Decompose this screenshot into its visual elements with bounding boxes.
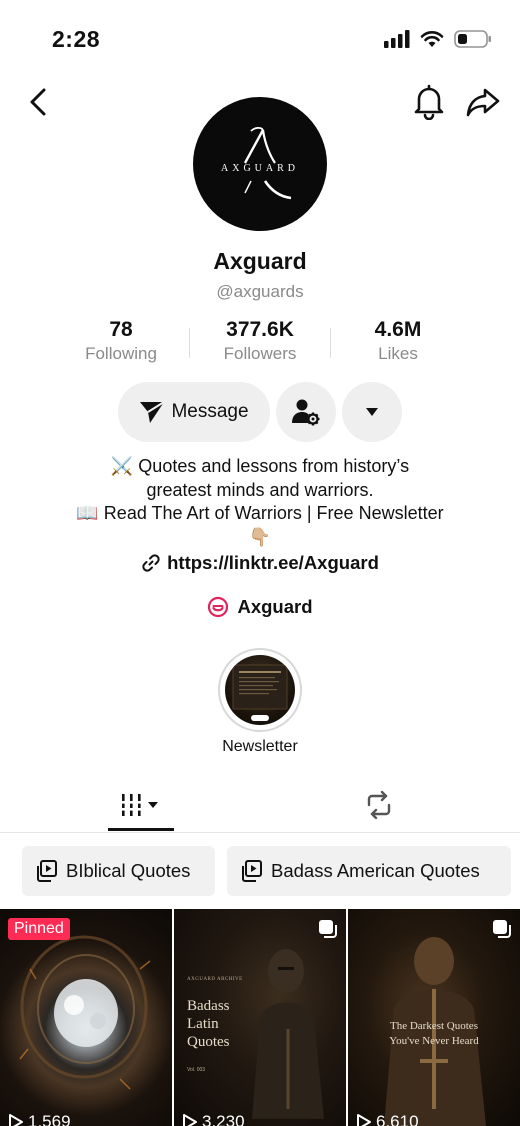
back-arrow-icon[interactable] (24, 84, 52, 120)
bio-line: 📖 Read The Art of Warriors | Free Newsle… (76, 503, 444, 523)
play-outline-icon (183, 1114, 197, 1126)
video-tile[interactable]: AXGUARD ARCHIVE Badass Latin Quotes Vol.… (174, 909, 346, 1126)
thumbnail-title: Badass Latin Quotes (187, 997, 230, 1051)
stat-label: Followers (223, 344, 297, 363)
share-arrow-icon[interactable] (464, 82, 502, 120)
message-button[interactable]: Message (118, 382, 270, 442)
view-count: 6,610 (356, 1112, 419, 1126)
stat-label: Following (85, 344, 157, 363)
warrior-thumbnail-art (384, 937, 486, 1126)
content-tabs (0, 780, 520, 833)
profile-bio: ⚔️ Quotes and lessons from history’s gre… (20, 455, 500, 549)
notification-bell-icon[interactable] (412, 82, 446, 120)
profile-settings-button[interactable] (276, 382, 336, 442)
more-options-button[interactable] (342, 382, 402, 442)
profile-stats: 78 Following 377.6K Followers 4.6M Likes (0, 318, 520, 370)
bio-line: greatest minds and warriors. (146, 479, 374, 500)
video-tile[interactable]: The Darkest Quotes You've Never Heard 6,… (348, 909, 520, 1126)
grid-bars-icon (120, 794, 158, 816)
video-grid: Pinned 1,569 AXGUARD ARCHIVE Badass Lati… (0, 909, 520, 1126)
highlight-newsletter[interactable] (218, 648, 302, 732)
vortex-thumbnail-art (19, 935, 151, 1090)
pinned-badge: Pinned (8, 918, 70, 940)
profile-actions: Message (0, 382, 520, 442)
stat-followers[interactable]: 377.6K Followers (190, 318, 330, 364)
thumbnail-kicker: AXGUARD ARCHIVE (187, 977, 243, 982)
profile-handle: @axguards (216, 282, 304, 301)
stat-value: 78 (109, 318, 133, 341)
stat-value: 4.6M (374, 318, 422, 341)
view-count-value: 1,569 (28, 1112, 71, 1126)
view-count-value: 3,230 (202, 1112, 245, 1126)
person-gear-icon (292, 399, 320, 426)
brand-account-link[interactable]: Axguard (0, 596, 520, 618)
tab-videos[interactable] (108, 780, 174, 830)
caret-down-icon (366, 408, 378, 416)
brand-account-name: Axguard (237, 596, 313, 617)
active-tab-indicator (108, 828, 174, 831)
paper-plane-icon (140, 401, 165, 423)
play-outline-icon (357, 1114, 371, 1126)
stat-likes[interactable]: 4.6M Likes (328, 318, 468, 364)
highlight-thumbnail (225, 655, 295, 725)
profile-avatar[interactable]: AXGUARD (193, 97, 327, 231)
playlist-icon (242, 860, 262, 882)
highlight-label: Newsletter (222, 738, 298, 755)
battery-icon (454, 30, 491, 48)
link-icon (142, 554, 160, 572)
playlist-icon (37, 860, 57, 882)
playlist-badass-american-quotes[interactable]: Badass American Quotes (227, 846, 511, 896)
status-bar: 2:28 (0, 0, 520, 80)
bio-link[interactable]: https://linktr.ee/Axguard (0, 552, 520, 574)
multi-photo-icon (492, 919, 512, 939)
bio-line: 👇🏼 (248, 526, 272, 547)
thumbnail-title-line: Quotes (187, 1034, 230, 1050)
playlist-biblical-quotes[interactable]: BIblical Quotes (22, 846, 215, 896)
repost-icon (367, 791, 391, 819)
view-count: 1,569 (8, 1112, 71, 1126)
stat-following[interactable]: 78 Following (51, 318, 191, 364)
thumbnail-volume: Vol. 003 (187, 1067, 206, 1073)
thumbnail-title-line: Badass (187, 998, 230, 1014)
status-time: 2:28 (52, 26, 101, 52)
bio-link-text: https://linktr.ee/Axguard (167, 552, 379, 573)
thumbnail-title-line: The Darkest Quotes (390, 1020, 478, 1032)
stat-label: Likes (378, 344, 418, 363)
tab-reposts[interactable] (356, 780, 402, 830)
view-count: 3,230 (182, 1112, 245, 1126)
playlist-label: Badass American Quotes (271, 860, 480, 881)
thumbnail-title: The Darkest Quotes You've Never Heard (348, 1019, 520, 1049)
playlist-label: BIblical Quotes (66, 860, 191, 881)
thumbnail-title-line: You've Never Heard (389, 1035, 479, 1047)
status-icons (384, 30, 492, 48)
bio-line: ⚔️ Quotes and lessons from history’s (110, 456, 410, 476)
newsletter-preview-image (232, 664, 288, 721)
thumbnail-title-line: Latin (187, 1016, 219, 1032)
play-outline-icon (9, 1114, 23, 1126)
stat-value: 377.6K (226, 318, 294, 341)
profile-name: Axguard (213, 248, 307, 274)
wifi-icon (420, 31, 444, 47)
logo-wordmark: AXGUARD (221, 163, 299, 174)
signal-icon (384, 30, 410, 48)
playlist-row: BIblical Quotes Badass American Quotes (0, 846, 520, 896)
lemon8-icon (208, 596, 229, 618)
view-count-value: 6,610 (376, 1112, 419, 1126)
multi-photo-icon (318, 919, 338, 939)
video-tile[interactable]: Pinned 1,569 (0, 909, 172, 1126)
message-button-label: Message (171, 401, 249, 422)
